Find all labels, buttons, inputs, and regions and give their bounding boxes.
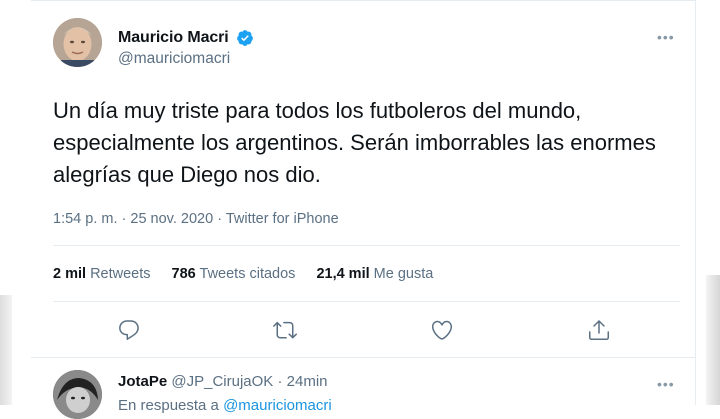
tweet-stats: 2 mil Retweets 786 Tweets citados 21,4 m… [53, 266, 454, 282]
in-reply-prefix: En respuesta a [118, 397, 219, 414]
quotes-count: 786 [171, 266, 196, 282]
share-icon[interactable] [587, 318, 611, 342]
tweet-text: Un día muy triste para todos los futbole… [53, 98, 656, 187]
quotes-stat[interactable]: 786 Tweets citados [172, 266, 296, 282]
author-avatar[interactable] [53, 18, 102, 67]
tweet-date[interactable]: 25 nov. 2020 [130, 211, 213, 227]
reply-avatar-photo [53, 370, 102, 419]
retweets-stat[interactable]: 2 mil Retweets [53, 266, 151, 282]
reply-time[interactable]: 24min [287, 373, 328, 390]
likes-count: 21,4 mil [316, 266, 370, 282]
left-gutter [0, 0, 32, 405]
tweet-meta: 1:54 p. m. · 25 nov. 2020 · Twitter for … [53, 211, 339, 227]
likes-label: Me gusta [373, 266, 434, 282]
reply-author-handle[interactable]: @JP_CirujaOK [171, 373, 273, 390]
reply-author-name[interactable]: JotaPe [118, 373, 167, 390]
divider [53, 301, 680, 302]
divider [31, 357, 695, 358]
reply-author-avatar[interactable] [53, 370, 102, 419]
avatar-photo [53, 18, 102, 67]
divider [53, 245, 680, 246]
retweets-label: Retweets [90, 266, 151, 282]
reply-separator: · [277, 373, 283, 390]
author-name[interactable]: Mauricio Macri [118, 29, 229, 47]
meta-separator-2: · [217, 211, 223, 227]
verified-badge-icon [237, 30, 253, 46]
in-reply-mention[interactable]: @mauriciomacri [223, 397, 332, 414]
tweet-source[interactable]: Twitter for iPhone [226, 211, 339, 227]
heart-icon[interactable] [430, 318, 454, 342]
right-shadow [706, 275, 720, 405]
meta-separator: · [121, 211, 127, 227]
author-handle[interactable]: @mauriciomacri [118, 50, 230, 68]
retweets-count: 2 mil [53, 266, 87, 282]
right-gutter [696, 0, 720, 405]
retweet-icon[interactable] [273, 318, 297, 342]
likes-stat[interactable]: 21,4 mil Me gusta [316, 266, 433, 282]
quotes-label: Tweets citados [199, 266, 296, 282]
reply-icon[interactable] [117, 318, 141, 342]
more-horizontal-icon[interactable]: ••• [657, 376, 675, 392]
left-shadow [0, 295, 12, 405]
top-divider [31, 0, 695, 1]
reply-header: JotaPe @JP_CirujaOK · 24min [118, 373, 328, 390]
tweet-time[interactable]: 1:54 p. m. [53, 211, 117, 227]
in-reply-to: En respuesta a @mauriciomacri [118, 397, 332, 414]
more-horizontal-icon[interactable]: ••• [657, 29, 677, 45]
